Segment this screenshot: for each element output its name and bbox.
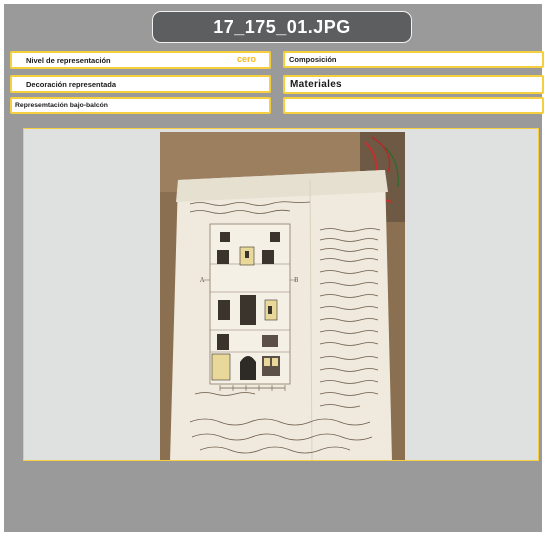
nivel-representacion-value: cero bbox=[237, 54, 257, 64]
empty-field[interactable] bbox=[283, 97, 544, 114]
image-viewer[interactable]: A B bbox=[23, 128, 539, 461]
materiales-label: Materiales bbox=[290, 79, 342, 90]
composicion-field[interactable]: Composición bbox=[283, 51, 544, 68]
nivel-representacion-label: Nivel de representación bbox=[26, 55, 111, 65]
representacion-bajo-balcon-field[interactable]: Represemtación bajo-balcón bbox=[10, 97, 271, 114]
decoracion-representada-label: Decoración representada bbox=[26, 79, 117, 89]
svg-text:A: A bbox=[199, 277, 205, 284]
decoracion-representada-field[interactable]: Decoración representada bbox=[10, 75, 271, 93]
nivel-representacion-field[interactable]: Nivel de representación cero bbox=[10, 51, 271, 69]
materiales-field[interactable]: Materiales bbox=[283, 75, 544, 94]
document-photo: A B bbox=[160, 132, 405, 460]
image-title: 17_175_01.JPG bbox=[152, 11, 412, 43]
composicion-label: Composición bbox=[289, 55, 337, 64]
representacion-bajo-balcon-label: Represemtación bajo-balcón bbox=[15, 102, 108, 109]
svg-text:B: B bbox=[294, 277, 299, 284]
